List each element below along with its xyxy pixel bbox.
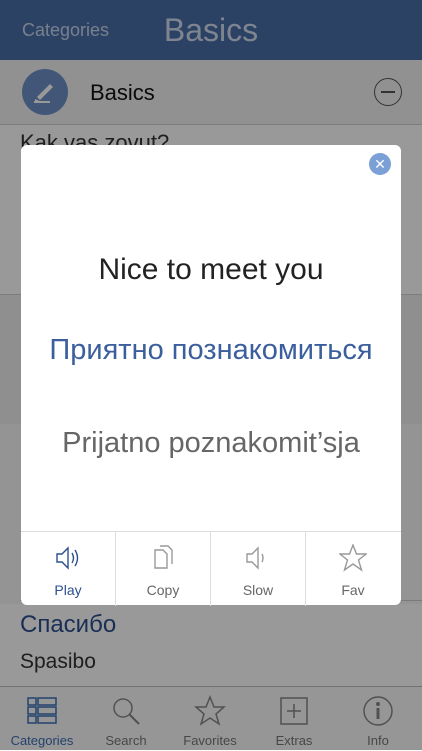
copy-icon: [154, 545, 173, 569]
action-label: Slow: [242, 582, 274, 598]
phrase-english: Nice to meet you: [98, 253, 324, 286]
phrase-native: Приятно познакомиться: [49, 334, 373, 366]
favorite-button[interactable]: Fav: [306, 532, 400, 606]
speaker-icon: [56, 546, 79, 570]
action-label: Fav: [341, 582, 365, 598]
action-label: Play: [54, 582, 82, 598]
action-label: Copy: [146, 582, 180, 598]
close-icon[interactable]: ✕: [369, 153, 391, 175]
speaker-slow-icon: [246, 546, 264, 570]
slow-button[interactable]: Slow: [211, 532, 306, 606]
play-button[interactable]: Play: [21, 532, 116, 606]
phrase-romanized: Prijatno poznakomit’sja: [62, 427, 360, 459]
phrase-detail-modal: ✕ Nice to meet you Приятно познакомиться…: [21, 145, 401, 606]
star-icon: [339, 544, 367, 572]
modal-action-bar: Play Copy Slow Fav: [21, 531, 401, 606]
copy-button[interactable]: Copy: [116, 532, 211, 606]
